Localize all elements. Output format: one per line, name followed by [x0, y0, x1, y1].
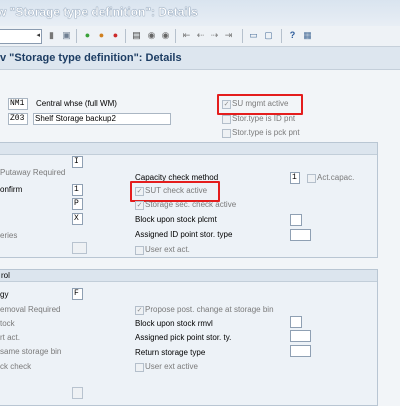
putaway-row5-field [72, 242, 87, 254]
storage-type-description: Shelf Storage backup2 [33, 113, 171, 125]
return-storage-label: Return storage type [135, 348, 206, 357]
removal-check-label: ck check [0, 362, 32, 371]
propose-post-checkbox[interactable]: ✓ [135, 306, 144, 315]
removal-bottom-field [72, 387, 83, 399]
prev-page-icon[interactable]: ⇠ [195, 30, 206, 41]
id-point-label: Stor.type is ID pnt [232, 114, 296, 123]
main-content: NM1 Central whse (full WM) Z03 Shelf Sto… [0, 70, 400, 406]
find-icon[interactable]: ◉ [146, 30, 157, 41]
storage-sec-checkbox[interactable]: ✓ [135, 201, 144, 210]
title-bar: w "Storage type definition": Details [0, 0, 400, 27]
block-rmvl-field[interactable] [290, 316, 302, 328]
window-title: w "Storage type definition": Details [0, 5, 198, 19]
exit-icon[interactable]: ● [96, 30, 107, 41]
putaway-required-field[interactable]: I [72, 156, 83, 168]
return-storage-field[interactable] [290, 345, 311, 357]
act-capac-checkbox[interactable] [307, 174, 316, 183]
user-ext-active-checkbox[interactable] [135, 363, 144, 372]
print-icon[interactable]: ▤ [131, 30, 142, 41]
assigned-pick-label: Assigned pick point stor. ty. [135, 333, 232, 342]
find-next-icon[interactable]: ◉ [160, 30, 171, 41]
putaway-row4-field[interactable]: X [72, 213, 83, 225]
command-dropdown-icon[interactable]: ◂ [36, 31, 40, 39]
confirm-label: onfirm [0, 185, 23, 194]
removal-strategy-label: gy [0, 290, 9, 299]
assigned-pick-field[interactable] [290, 330, 311, 342]
help-icon[interactable]: ? [287, 30, 298, 41]
assigned-id-label: Assigned ID point stor. type [135, 230, 233, 239]
warehouse-number-field: NM1 [8, 98, 28, 110]
pick-point-label: Stor.type is pck pnt [232, 128, 300, 137]
storage-type-field: Z03 [8, 113, 28, 125]
block-rmvl-label: Block upon stock rmvl [135, 319, 213, 328]
back-icon[interactable]: ● [82, 30, 93, 41]
highlight-sut-check [130, 181, 220, 202]
layout-icon[interactable]: ▦ [302, 30, 313, 41]
screen-header: v "Storage type definition": Details [0, 47, 400, 70]
save-icon[interactable]: ▣ [61, 30, 72, 41]
confirm-field[interactable]: 1 [72, 184, 83, 196]
last-page-icon[interactable]: ⇥ [223, 30, 234, 41]
standard-toolbar: ◂ ▮ ▣ ● ● ● ▤ ◉ ◉ ⇤ ⇠ ⇢ ⇥ ▭ ▢ ? ▦ [0, 26, 400, 47]
putaway-row5-label: eries [0, 231, 18, 240]
removal-group-title: rol [1, 271, 10, 280]
user-ext-label: User ext act. [145, 245, 190, 254]
first-page-icon[interactable]: ⇤ [181, 30, 192, 41]
page-title: v "Storage type definition": Details [0, 52, 182, 64]
block-plcmt-field[interactable] [290, 214, 302, 226]
block-plcmt-label: Block upon stock plcmt [135, 215, 217, 224]
next-page-icon[interactable]: ⇢ [209, 30, 220, 41]
command-field[interactable]: ◂ [0, 29, 42, 44]
user-ext-active-label: User ext active [145, 362, 198, 371]
removal-required-label: emoval Required [0, 305, 61, 314]
new-session-icon[interactable]: ▭ [248, 30, 259, 41]
pick-point-checkbox[interactable] [222, 129, 231, 138]
removal-stock-label: tock [0, 319, 15, 328]
warehouse-description: Central whse (full WM) [36, 99, 117, 108]
capacity-check-field[interactable]: 1 [290, 172, 300, 184]
check-icon[interactable]: ▮ [46, 30, 57, 41]
propose-post-label: Propose post. change at storage bin [145, 305, 274, 314]
act-capac-label: Act.capac. [317, 173, 355, 182]
storage-sec-label: Storage sec. check active [145, 200, 237, 209]
id-point-checkbox[interactable] [222, 115, 231, 124]
user-ext-checkbox[interactable] [135, 246, 144, 255]
assigned-id-field[interactable] [290, 229, 311, 241]
removal-strategy-field[interactable]: F [72, 288, 83, 300]
highlight-su-mgmt [217, 94, 303, 115]
removal-act-label: rt act. [0, 333, 21, 342]
putaway-required-label: Putaway Required [0, 168, 66, 177]
putaway-group-header [0, 143, 377, 155]
putaway-row3-field[interactable]: P [72, 198, 83, 210]
removal-group-header: rol [0, 270, 377, 282]
cancel-icon[interactable]: ● [110, 30, 121, 41]
removal-same-bin-label: same storage bin [0, 347, 62, 356]
shortcut-icon[interactable]: ▢ [263, 30, 274, 41]
